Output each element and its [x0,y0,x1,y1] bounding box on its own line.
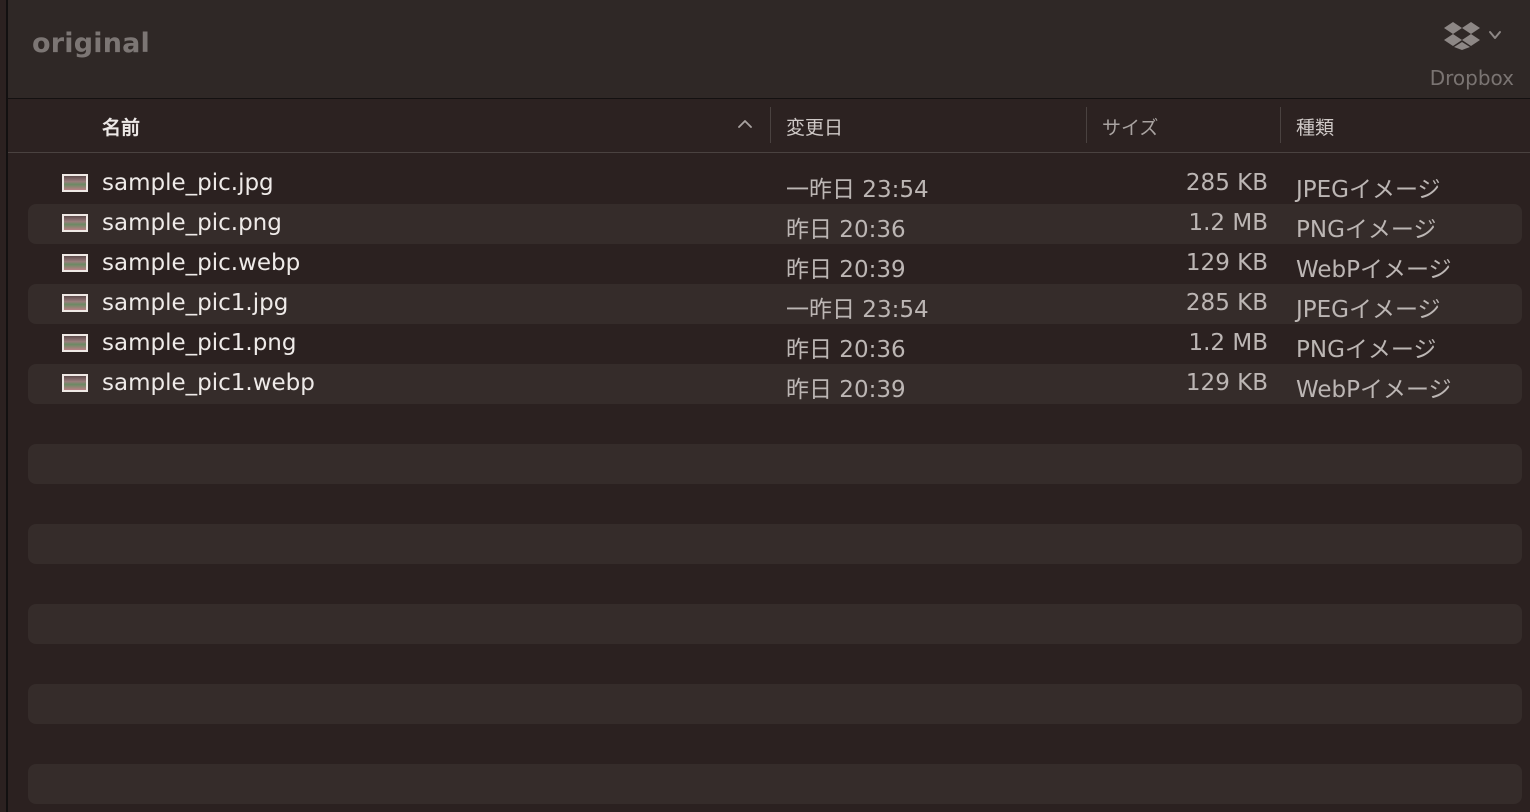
column-divider[interactable] [1280,107,1281,143]
empty-row-stripe [28,524,1522,564]
file-name: sample_pic1.jpg [102,290,289,316]
column-header-kind[interactable]: 種類 [1296,113,1334,140]
image-thumbnail-icon [62,374,88,392]
file-row[interactable]: sample_pic1.jpg 一昨日 23:54 285 KB JPEGイメー… [28,284,1522,324]
image-thumbnail-icon [62,254,88,272]
file-date: 一昨日 23:54 [786,177,929,203]
column-header-row: 名前 変更日 サイズ 種類 [8,99,1530,153]
file-row[interactable]: sample_pic.jpg 一昨日 23:54 285 KB JPEGイメージ [28,164,1522,204]
file-row[interactable]: sample_pic.webp 昨日 20:39 129 KB WebPイメージ [28,244,1522,284]
column-header-date[interactable]: 変更日 [786,113,843,140]
file-date: 昨日 20:36 [786,337,906,363]
dropbox-label: Dropbox [1429,66,1514,90]
file-name: sample_pic.webp [102,250,301,276]
column-divider[interactable] [770,107,771,143]
file-size: 1.2 MB [1188,330,1268,356]
empty-row-stripe [28,764,1522,804]
dropbox-button[interactable]: Dropbox [1404,18,1514,92]
empty-row-stripe [28,604,1522,644]
toolbar: original Dropbox [8,0,1530,99]
chevron-up-icon[interactable] [736,117,754,131]
file-name: sample_pic.jpg [102,170,274,196]
column-header-size[interactable]: サイズ [1102,113,1158,140]
image-thumbnail-icon [62,214,88,232]
file-date: 一昨日 23:54 [786,297,929,323]
file-kind: JPEGイメージ [1296,297,1441,323]
file-kind: PNGイメージ [1296,217,1437,243]
file-size: 129 KB [1185,370,1268,396]
file-kind: JPEGイメージ [1296,177,1441,203]
file-size: 285 KB [1185,170,1268,196]
file-row[interactable]: sample_pic1.webp 昨日 20:39 129 KB WebPイメー… [28,364,1522,404]
column-divider[interactable] [1086,107,1087,143]
image-thumbnail-icon [62,174,88,192]
file-kind: PNGイメージ [1296,337,1437,363]
file-kind: WebPイメージ [1296,377,1452,403]
image-thumbnail-icon [62,334,88,352]
file-date: 昨日 20:36 [786,217,906,243]
file-date: 昨日 20:39 [786,377,906,403]
file-list: sample_pic.jpg 一昨日 23:54 285 KB JPEGイメージ… [28,164,1522,404]
file-size: 285 KB [1185,290,1268,316]
file-row[interactable]: sample_pic1.png 昨日 20:36 1.2 MB PNGイメージ [28,324,1522,364]
window-title: original [32,28,150,59]
file-size: 129 KB [1185,250,1268,276]
file-size: 1.2 MB [1188,210,1268,236]
file-row[interactable]: sample_pic.png 昨日 20:36 1.2 MB PNGイメージ [28,204,1522,244]
file-name: sample_pic1.png [102,330,297,356]
file-name: sample_pic1.webp [102,370,315,396]
file-kind: WebPイメージ [1296,257,1452,283]
empty-row-stripe [28,684,1522,724]
image-thumbnail-icon [62,294,88,312]
dropbox-icon [1444,22,1480,50]
column-header-name[interactable]: 名前 [102,113,140,140]
finder-window: original Dropbox 名前 変更日 サイズ 種類 sample_pi… [0,0,1530,812]
file-name: sample_pic.png [102,210,282,236]
file-date: 昨日 20:39 [786,257,906,283]
empty-row-stripe [28,444,1522,484]
chevron-down-icon[interactable] [1488,28,1502,42]
